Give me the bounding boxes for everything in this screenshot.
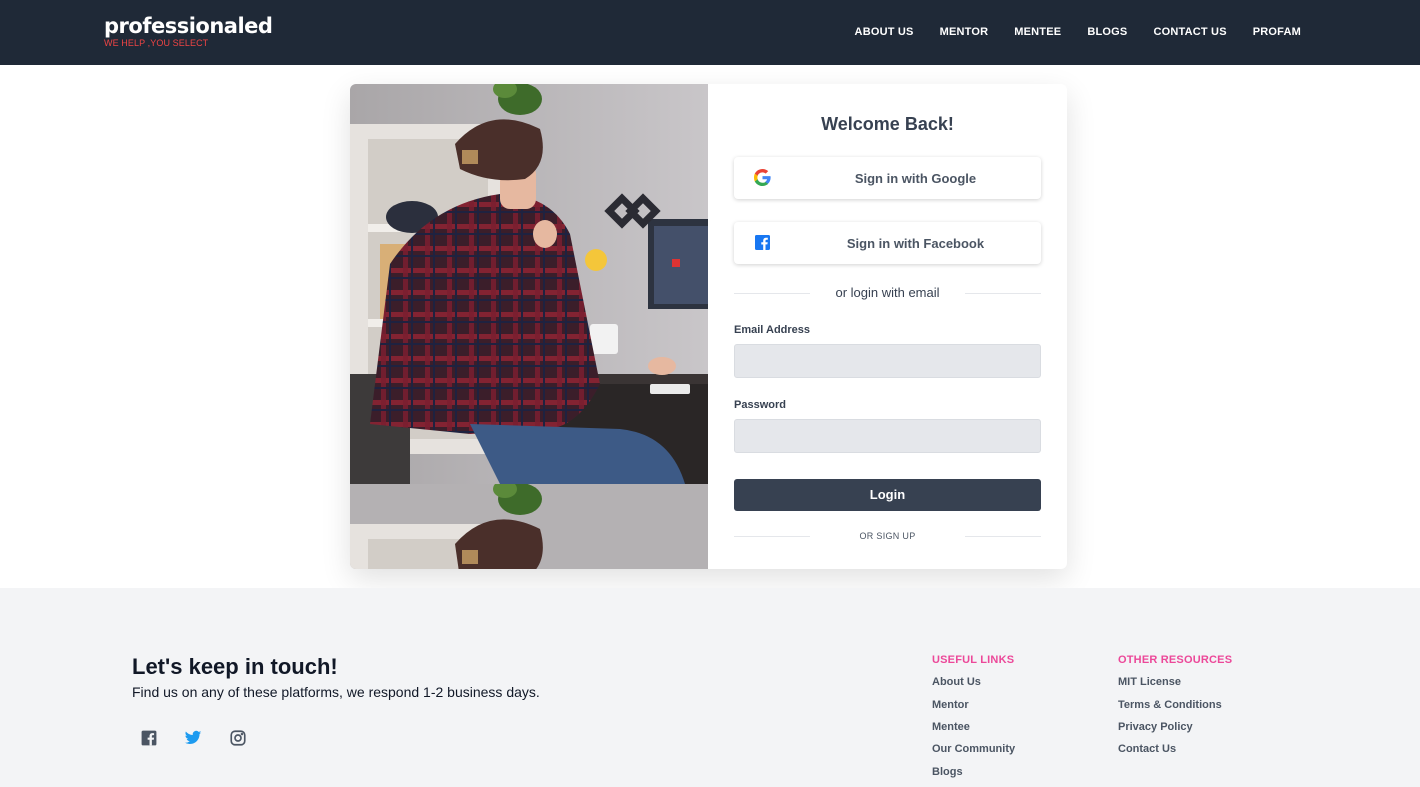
- footer-link-contact-us[interactable]: Contact Us: [1118, 743, 1176, 755]
- footer-link-about-us[interactable]: About Us: [932, 676, 981, 688]
- twitter-icon[interactable]: [184, 729, 202, 747]
- footer-link-mit-license[interactable]: MIT License: [1118, 676, 1181, 688]
- nav-profam[interactable]: PROFAM: [1253, 25, 1301, 39]
- password-label: Password: [734, 399, 786, 411]
- nav-mentee[interactable]: MENTEE: [1014, 25, 1061, 39]
- footer-link-terms[interactable]: Terms & Conditions: [1118, 699, 1222, 711]
- email-divider-text: or login with email: [835, 285, 940, 300]
- footer-link-mentee[interactable]: Mentee: [932, 721, 970, 733]
- google-signin-button[interactable]: Sign in with Google: [734, 157, 1041, 199]
- footer-link-blogs[interactable]: Blogs: [932, 766, 963, 778]
- photo-tile: [350, 84, 708, 484]
- facebook-signin-label: Sign in with Facebook: [846, 235, 985, 251]
- footer-link-our-community[interactable]: Our Community: [932, 743, 1015, 755]
- email-label: Email Address: [734, 324, 811, 336]
- main-nav: ABOUT US MENTOR MENTEE BLOGS CONTACT US …: [829, 25, 1301, 39]
- brand-tagline: WE HELP ,YOU SELECT: [104, 38, 209, 48]
- photo-tile: [350, 484, 708, 569]
- other-resources-title: OTHER RESOURCES: [1118, 654, 1233, 666]
- footer: Let's keep in touch! Find us on any of t…: [0, 588, 1420, 787]
- nav-blogs[interactable]: BLOGS: [1087, 25, 1127, 39]
- facebook-signin-button[interactable]: Sign in with Facebook: [734, 222, 1041, 264]
- login-button[interactable]: Login: [734, 479, 1041, 511]
- brand-name: professionaled: [104, 14, 273, 38]
- nav-contact-us[interactable]: CONTACT US: [1153, 25, 1226, 39]
- login-form: Welcome Back! Sign in with Google Sign i…: [734, 84, 1041, 541]
- facebook-icon: [754, 234, 771, 251]
- password-field[interactable]: [734, 419, 1041, 453]
- instagram-icon[interactable]: [229, 729, 247, 747]
- footer-subtitle: Find us on any of these platforms, we re…: [132, 684, 540, 700]
- brand-logo[interactable]: professionaled WE HELP ,YOU SELECT: [104, 14, 273, 48]
- login-card: Welcome Back! Sign in with Google Sign i…: [350, 84, 1067, 569]
- google-icon: [754, 169, 771, 186]
- footer-link-mentor[interactable]: Mentor: [932, 699, 969, 711]
- login-title: Welcome Back!: [821, 114, 954, 134]
- nav-mentor[interactable]: MENTOR: [940, 25, 989, 39]
- nav-about-us[interactable]: ABOUT US: [855, 25, 914, 39]
- hero-photo: [350, 84, 708, 569]
- facebook-icon[interactable]: [140, 729, 158, 747]
- footer-title: Let's keep in touch!: [132, 654, 338, 679]
- email-field[interactable]: [734, 344, 1041, 378]
- signup-link[interactable]: OR SIGN UP: [734, 528, 1041, 544]
- footer-link-privacy[interactable]: Privacy Policy: [1118, 721, 1193, 733]
- email-divider: or login with email: [734, 285, 1041, 301]
- top-navbar: professionaled WE HELP ,YOU SELECT ABOUT…: [0, 0, 1420, 65]
- useful-links-title: USEFUL LINKS: [932, 654, 1015, 666]
- signup-divider: OR SIGN UP: [734, 528, 1041, 544]
- google-signin-label: Sign in with Google: [854, 170, 977, 186]
